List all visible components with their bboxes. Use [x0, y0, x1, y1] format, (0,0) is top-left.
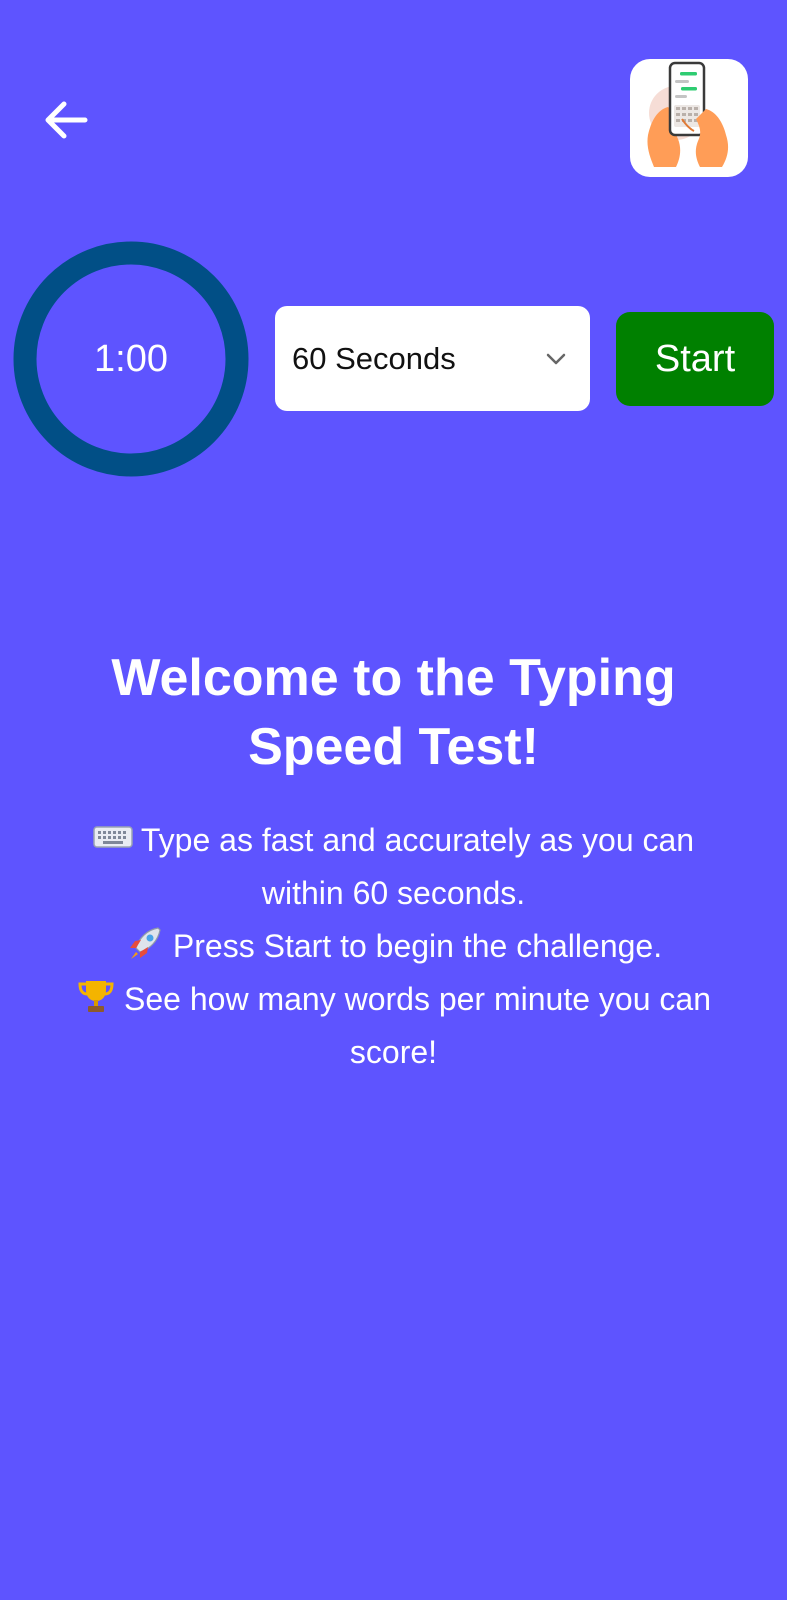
welcome-title-line-2: Speed Test! [248, 718, 539, 776]
instruction-line-4: See how many words per minute you can [40, 973, 747, 1026]
instruction-line-3: Press Start to begin the challenge. [40, 920, 747, 973]
countdown-timer: 1:00 [13, 241, 249, 477]
instruction-line-2: within 60 seconds. [261, 875, 526, 911]
duration-selected-value: 60 Seconds [292, 340, 456, 376]
chevron-down-icon [546, 353, 566, 364]
welcome-title-line-1: Welcome to the Typing [111, 649, 676, 707]
instruction-line-1: Type as fast and accurately as you can [40, 814, 747, 867]
rocket-icon [129, 927, 161, 959]
start-button[interactable]: Start [616, 312, 774, 406]
back-button[interactable] [36, 92, 96, 148]
trophy-icon [78, 981, 114, 1012]
timer-display: 1:00 [94, 337, 168, 380]
welcome-title: Welcome to the Typing Speed Test! [40, 644, 747, 782]
instruction-line-4-text: See how many words per minute you can [124, 981, 711, 1017]
instructions: Type as fast and accurately as you can w… [40, 814, 747, 1079]
instruction-line-1-text: Type as fast and accurately as you can [140, 822, 695, 858]
duration-select[interactable]: 60 Seconds [275, 306, 590, 411]
instruction-line-3-text: Press Start to begin the challenge. [172, 928, 663, 964]
instruction-line-5: score! [349, 1034, 438, 1070]
app-icon[interactable] [630, 59, 748, 177]
arrow-left-icon [45, 101, 88, 139]
hands-typing-on-phone-icon [647, 61, 729, 167]
keyboard-icon [93, 826, 133, 848]
